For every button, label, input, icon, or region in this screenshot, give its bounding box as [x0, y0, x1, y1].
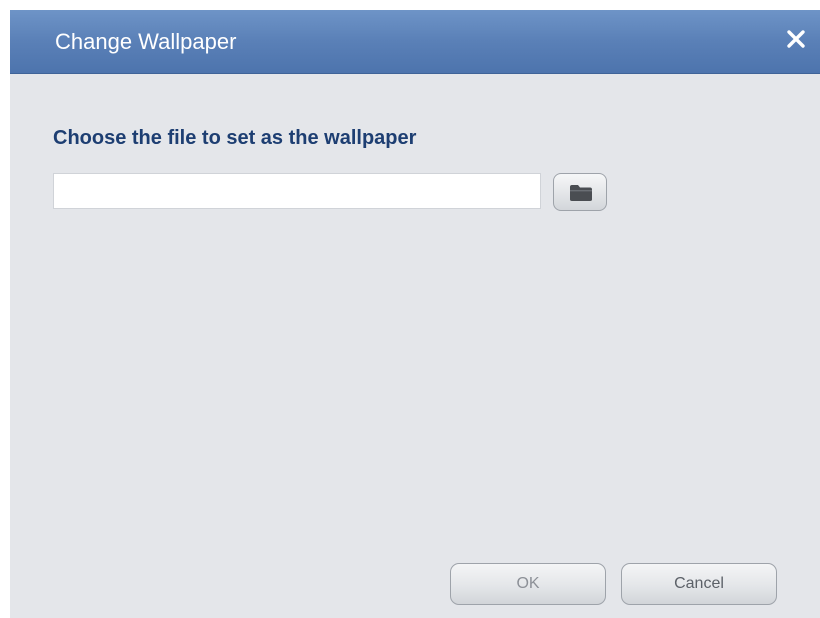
change-wallpaper-dialog: Change Wallpaper Choose the file to set … — [10, 10, 820, 618]
browse-button[interactable] — [553, 173, 607, 211]
ok-button[interactable]: OK — [450, 563, 606, 605]
close-icon — [787, 30, 805, 48]
wallpaper-file-input[interactable] — [53, 173, 541, 209]
dialog-titlebar: Change Wallpaper — [10, 10, 820, 74]
close-button[interactable] — [782, 25, 810, 53]
cancel-button[interactable]: Cancel — [621, 563, 777, 605]
dialog-title: Change Wallpaper — [55, 29, 237, 54]
file-prompt-label: Choose the file to set as the wallpaper — [53, 127, 417, 149]
folder-icon — [570, 185, 592, 201]
